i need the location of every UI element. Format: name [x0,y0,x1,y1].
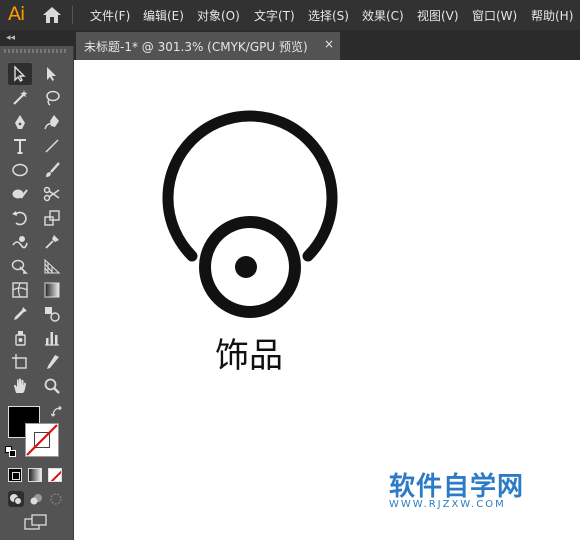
type-tool[interactable] [8,135,32,157]
ellipse-tool[interactable] [8,159,32,181]
rotate-tool-icon [12,211,27,226]
eyedropper-tool-icon [14,307,27,320]
selection-tool[interactable] [8,63,32,85]
hand-tool[interactable] [8,375,32,397]
type-tool-icon [14,139,26,154]
mesh-tool[interactable] [8,279,32,301]
shaper-tool[interactable] [8,183,32,205]
pen-tool-icon [15,115,25,129]
paintbrush-tool[interactable] [40,159,64,181]
hand-tool-icon [14,378,26,393]
lasso-tool-icon [46,90,60,106]
draw-behind-icon[interactable] [28,491,44,507]
menu-select[interactable]: 选择(S) [308,7,349,24]
shape-builder-tool[interactable] [8,255,32,277]
draw-normal-button[interactable] [8,491,24,507]
screen-mode-icon[interactable] [24,514,48,532]
watermark-title: 软件自学网 [389,472,525,502]
gradient-mode-button[interactable] [28,468,42,482]
line-segment-tool[interactable] [40,135,64,157]
paintbrush-tool-icon [46,162,60,177]
scale-tool[interactable] [40,207,64,229]
menu-bar: Ai 文件(F) 编辑(E) 对象(O) 文字(T) 选择(S) 效果(C) 视… [0,0,580,30]
menu-view[interactable]: 视图(V) [417,7,459,24]
gradient-tool[interactable] [40,279,64,301]
artwork-caption[interactable]: 饰品 [215,328,283,377]
artboard-tool-icon [12,354,27,369]
menu-help[interactable]: 帮助(H) [531,7,573,24]
draw-inside-icon[interactable] [48,491,64,507]
blend-tool-icon [45,307,60,322]
home-icon [43,7,61,23]
perspective-grid-tool[interactable] [40,255,64,277]
gradient-tool-icon [44,282,60,298]
symbol-sprayer-tool-icon [15,331,26,346]
home-button[interactable] [42,6,62,24]
draw-normal-icon [10,494,22,505]
zoom-tool[interactable] [40,375,64,397]
menu-file[interactable]: 文件(F) [90,7,130,24]
menu-divider [72,6,73,24]
column-graph-tool[interactable] [40,327,64,349]
slice-tool[interactable] [40,351,64,373]
curvature-tool[interactable] [40,111,64,133]
line-segment-tool-icon [45,139,59,153]
artboard-tool[interactable] [8,351,32,373]
menu-object[interactable]: 对象(O) [197,7,240,24]
lasso-tool[interactable] [40,87,64,109]
menu-window[interactable]: 窗口(W) [472,7,517,24]
column-graph-tool-icon [45,332,59,346]
scale-tool-icon [44,210,60,226]
mesh-tool-icon [12,282,28,298]
document-tab-title[interactable]: 未标题-1* @ 301.3% (CMYK/GPU 预览) [84,38,308,55]
scissors-tool-icon [43,186,60,202]
slice-tool-icon [47,355,59,369]
warp-tool[interactable] [8,231,32,253]
rotate-tool[interactable] [8,207,32,229]
color-mode-button[interactable] [8,468,22,482]
ellipse-tool-icon [12,163,28,177]
scissors-tool[interactable] [40,183,64,205]
eyedropper-tool[interactable] [8,303,32,325]
watermark-url: WWW.RJZXW.COM [389,499,506,510]
collapse-panel-button[interactable]: ◂◂ [6,33,15,43]
menu-edit[interactable]: 编辑(E) [143,7,184,24]
pen-tool[interactable] [8,111,32,133]
puppet-warp-tool-icon [45,235,59,249]
app-logo: Ai [8,3,25,25]
stroke-swatch[interactable] [25,423,59,457]
perspective-grid-tool-icon [44,258,61,274]
default-colors-icon[interactable] [5,446,16,457]
blend-tool[interactable] [40,303,64,325]
direct-selection-tool-icon [47,67,56,81]
none-mode-button[interactable] [48,468,62,482]
panel-grip[interactable] [4,49,68,53]
swap-fill-stroke-icon[interactable] [51,406,63,418]
direct-selection-tool[interactable] [40,63,64,85]
shaper-tool-icon [12,189,28,199]
puppet-warp-tool[interactable] [40,231,64,253]
symbol-sprayer-tool[interactable] [8,327,32,349]
tab-close-button[interactable]: × [324,37,334,51]
menu-effect[interactable]: 效果(C) [362,7,404,24]
magic-wand-tool[interactable] [8,87,32,109]
zoom-tool-icon [44,378,60,394]
menu-type[interactable]: 文字(T) [254,7,295,24]
warp-tool-icon [12,236,28,249]
curvature-tool-icon [44,115,59,130]
selection-tool-icon [14,65,26,82]
shape-builder-tool-icon [11,259,28,274]
magic-wand-tool-icon [13,90,28,105]
